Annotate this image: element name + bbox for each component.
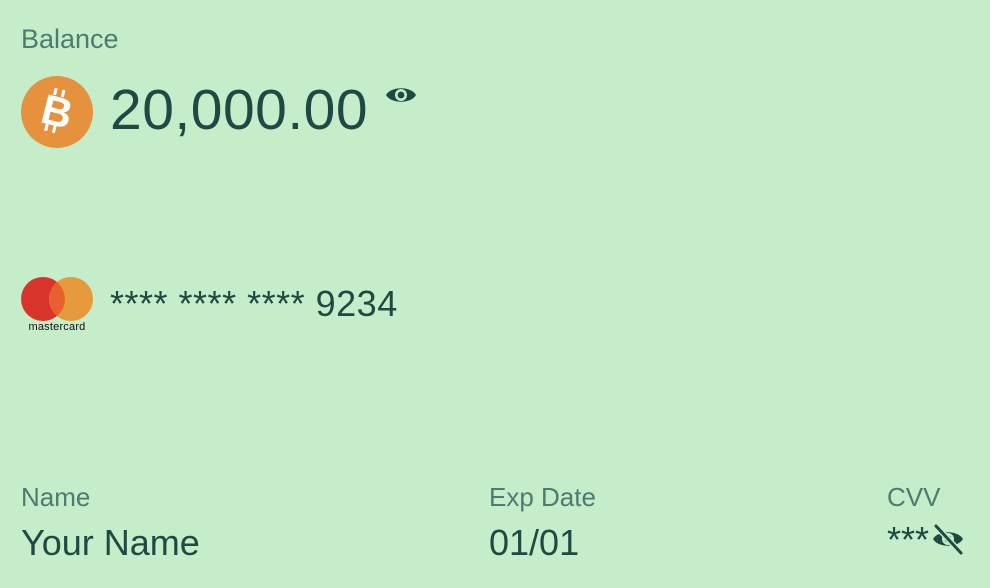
mastercard-logo: mastercard: [21, 277, 93, 335]
name-value: Your Name: [21, 522, 200, 563]
balance-amount: 20,000.00: [110, 78, 369, 142]
eye-off-icon[interactable]: [931, 522, 965, 556]
svg-text:B: B: [37, 85, 78, 138]
exp-date-label: Exp Date: [489, 482, 596, 512]
mastercard-wordmark: mastercard: [28, 321, 86, 333]
name-label: Name: [21, 482, 91, 512]
bitcoin-icon: B: [21, 76, 93, 148]
cvv-value: ***: [887, 519, 930, 560]
wallet-card: Balance B 20,000.00 mastercard **** ****…: [0, 0, 990, 588]
balance-label: Balance: [21, 24, 119, 54]
card-number: **** **** **** 9234: [110, 283, 398, 324]
cvv-label: CVV: [887, 482, 941, 512]
eye-icon[interactable]: [384, 81, 418, 109]
exp-date-value: 01/01: [489, 522, 580, 563]
